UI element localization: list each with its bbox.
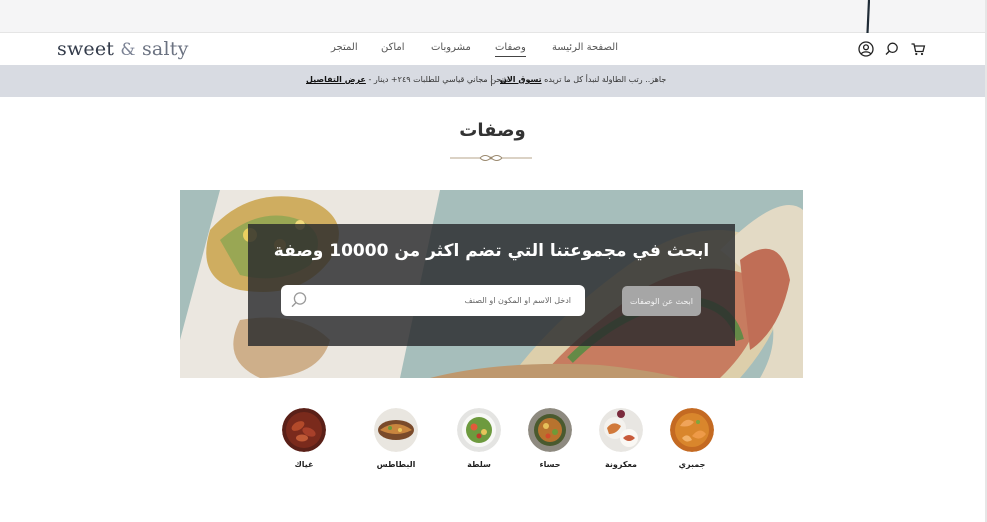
promo-divider [491, 75, 492, 86]
potato-dish-image [374, 408, 418, 452]
page: sweet & salty الصفحة الرئيسة وصفات مشروب… [0, 0, 987, 522]
promo-shop: جاهز.. رتب الطاولة لنبدأ كل ما تريده تسو… [500, 75, 666, 84]
category-label: جمبري [678, 460, 706, 469]
category-label: معكرونة [605, 460, 637, 469]
soup-bowl-image [528, 408, 572, 452]
logo-salty: salty [141, 38, 189, 60]
logo-ampersand: & [120, 40, 136, 60]
nav-places[interactable]: اماكن [381, 42, 405, 53]
browser-top-strip [0, 0, 985, 33]
promo-shop-text: جاهز.. رتب الطاولة لنبدأ كل ما تريده [544, 75, 667, 84]
site-header: sweet & salty الصفحة الرئيسة وصفات مشروب… [0, 33, 985, 65]
search-icon[interactable] [884, 41, 900, 57]
category-label: البطاطس [376, 460, 416, 469]
nav-recipes[interactable]: وصفات [495, 42, 526, 57]
user-icon[interactable] [858, 41, 874, 57]
title-ornament [450, 149, 532, 161]
logo-sweet: sweet [57, 38, 115, 60]
recipe-search-panel: ابحث في مجموعتنا التي تضم اكثر من 10000 … [248, 224, 735, 346]
category-label: غياك [294, 460, 314, 469]
site-logo[interactable]: sweet & salty [57, 38, 189, 60]
pasta-dish-image [599, 408, 643, 452]
nav-drinks[interactable]: مشروبات [431, 42, 471, 53]
salad-bowl-image [457, 408, 501, 452]
category-label: سلطة [467, 460, 491, 469]
pointer-indicator [866, 0, 870, 33]
main-nav: الصفحة الرئيسة وصفات مشروبات اماكن المتج… [320, 33, 620, 65]
category-label: حساء [539, 460, 561, 469]
category-list: جمبري معكرونة حساء سلطة البطاطس غياك [0, 405, 985, 475]
promo-shipping-text: شحن مجاني قياسي للطلبات ٢٤٩+ دينار - [368, 75, 509, 84]
cart-icon[interactable] [910, 41, 926, 57]
promo-details-link[interactable]: عرض التفاصيل [306, 75, 366, 84]
promo-bar: شحن مجاني قياسي للطلبات ٢٤٩+ دينار - عرض… [0, 65, 985, 97]
search-recipes-button[interactable]: ابحث عن الوصفات [622, 286, 701, 316]
promo-shop-link[interactable]: تسوق الان [500, 75, 542, 84]
shrimp-dish-image [670, 408, 714, 452]
nav-home[interactable]: الصفحة الرئيسة [552, 42, 618, 53]
nav-store[interactable]: المتجر [331, 42, 358, 53]
recipe-search-input[interactable] [281, 285, 585, 316]
search-heading: ابحث في مجموعتنا التي تضم اكثر من 10000 … [273, 241, 710, 261]
page-title: وصفات [459, 120, 526, 141]
promo-shipping: شحن مجاني قياسي للطلبات ٢٤٩+ دينار - عرض… [306, 75, 508, 84]
sausage-dish-image [282, 408, 326, 452]
